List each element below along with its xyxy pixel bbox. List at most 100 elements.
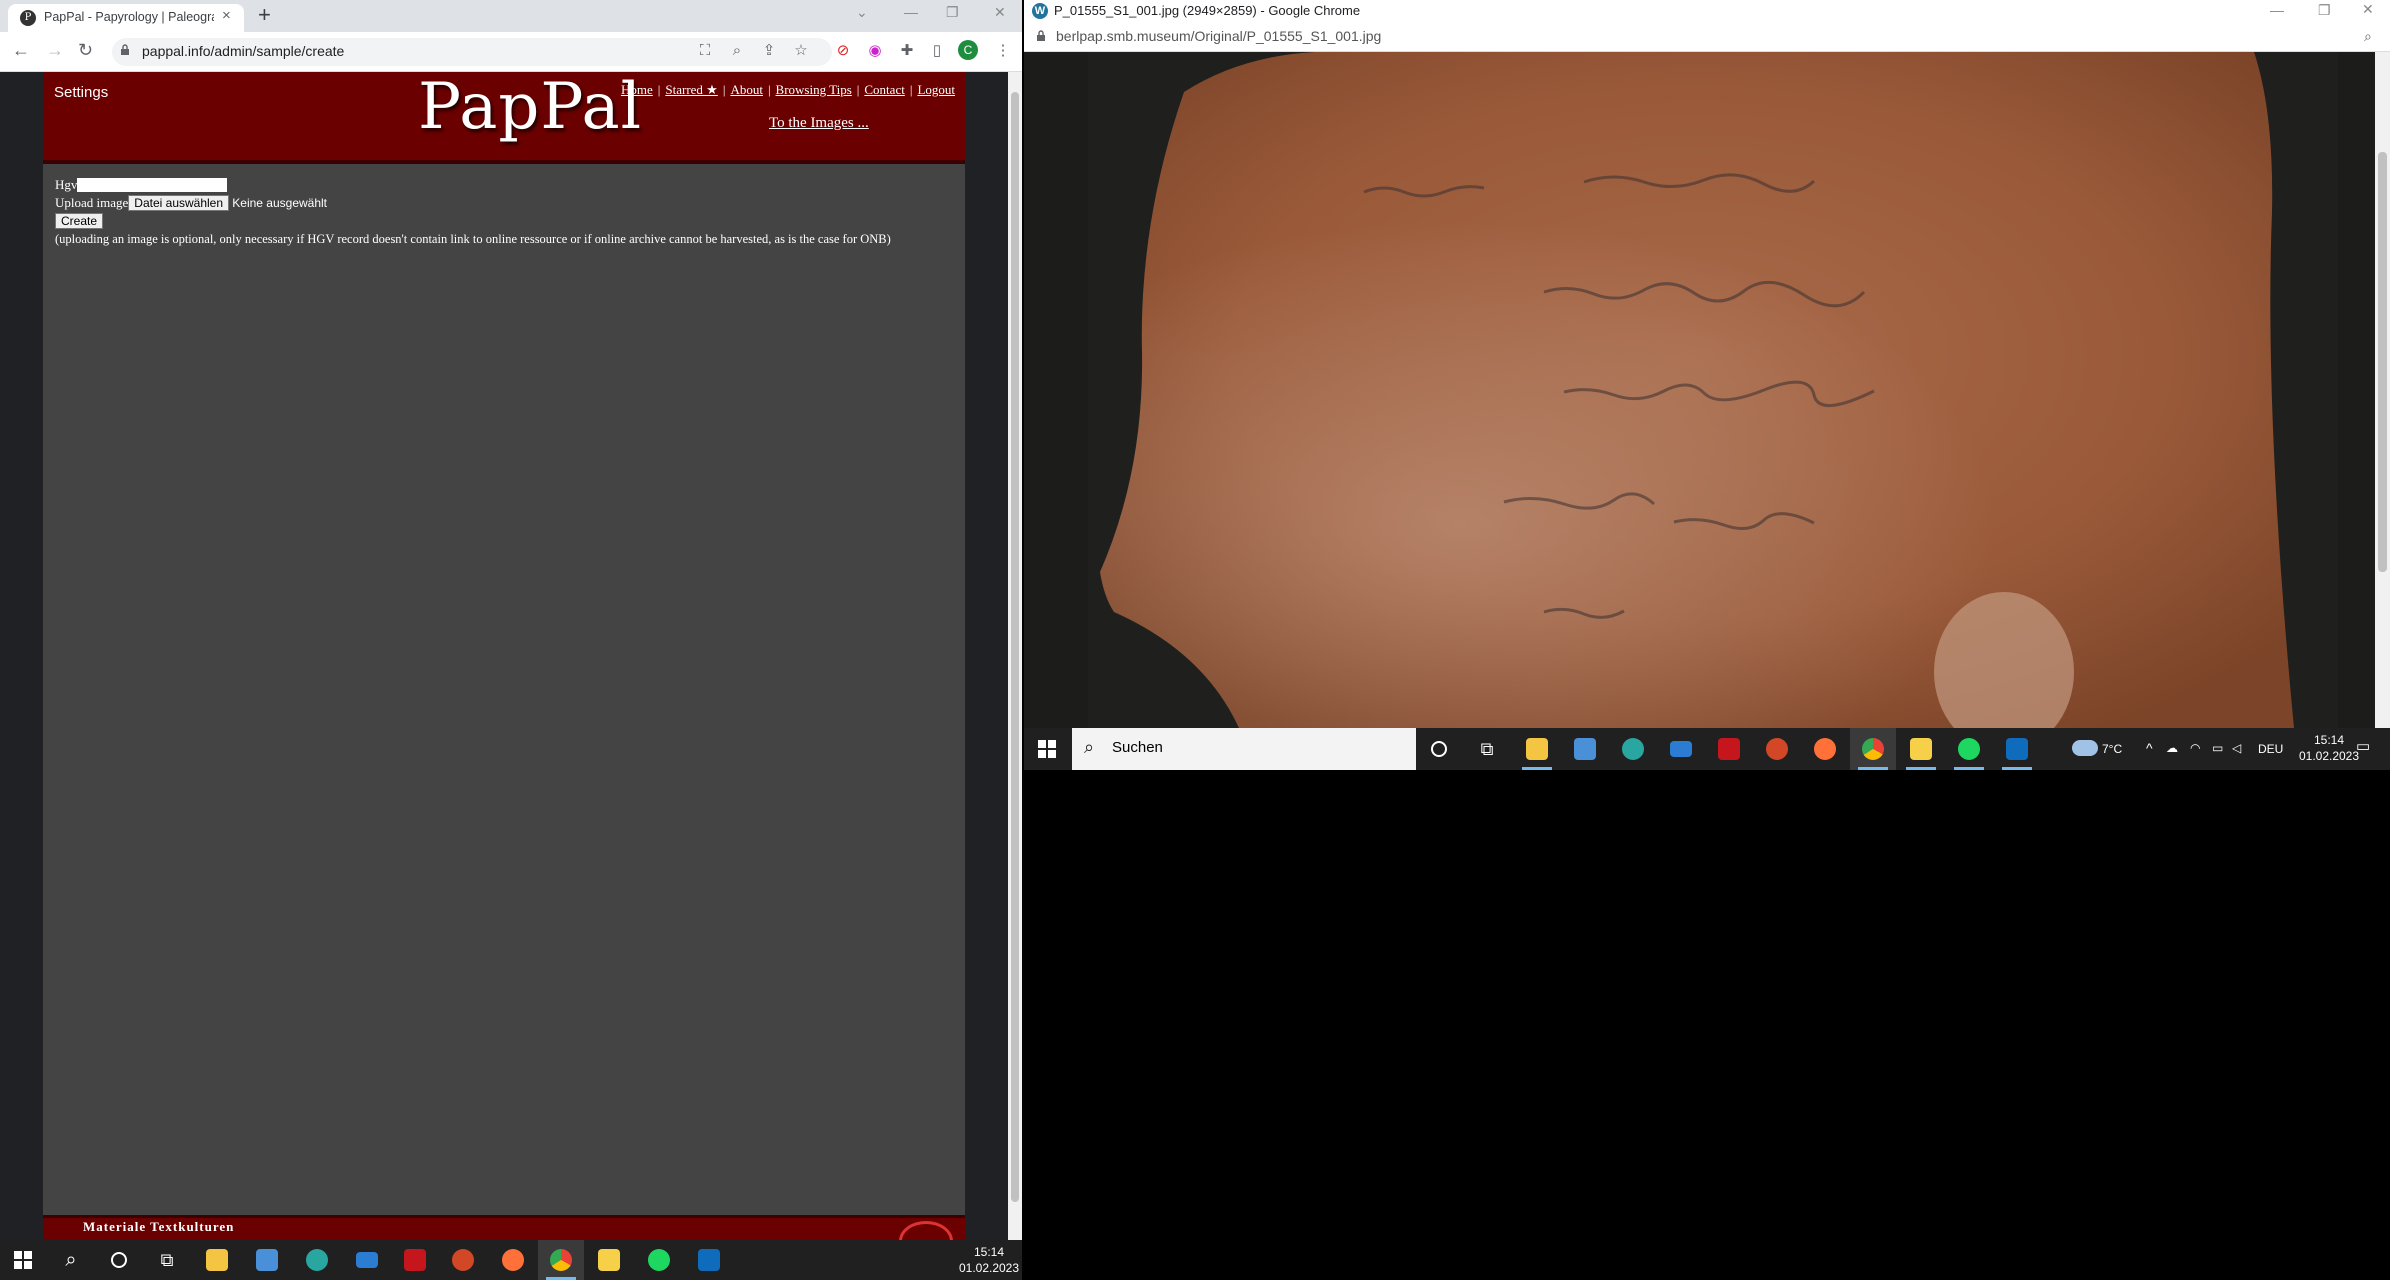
restore-icon[interactable]: ❐ [946,4,959,21]
to-images-link[interactable]: To the Images ... [769,115,869,132]
site-logo[interactable]: PapPal [418,70,642,144]
title-bar: W P_01555_S1_001.jpg (2949×2859) - Googl… [1024,0,2390,22]
chrome-icon[interactable] [1850,728,1896,770]
start-icon[interactable] [0,1240,46,1280]
minimize-icon[interactable]: — [904,4,918,20]
search-icon[interactable]: ⌕ [48,1240,94,1280]
scrollbar-thumb[interactable] [2378,152,2387,572]
task-view-icon[interactable]: ⧉ [144,1240,190,1280]
close-window-icon[interactable]: ✕ [994,4,1006,21]
cortana-icon[interactable] [96,1240,142,1280]
store-icon[interactable] [1562,728,1608,770]
language-indicator[interactable]: DEU [2258,741,2283,757]
bookmark-star-icon[interactable]: ☆ [790,40,812,62]
upload-note: (uploading an image is optional, only ne… [55,232,891,246]
side-panel-icon[interactable]: ▯ [926,40,948,62]
clock[interactable]: 15:14 01.02.2023 [2294,732,2364,764]
scrollbar-thumb[interactable] [1011,92,1019,1202]
address-bar[interactable]: berlpap.smb.museum/Original/P_01555_S1_0… [1024,22,2390,52]
nav-about[interactable]: About [730,82,763,98]
page-scrollbar[interactable] [1008,72,1022,1240]
spotify-icon[interactable] [636,1240,682,1280]
tab-search-icon[interactable]: ⌄ [856,4,868,21]
window-title: P_01555_S1_001.jpg (2949×2859) - Google … [1054,3,1361,18]
minimize-icon[interactable]: — [2270,2,2284,18]
tab-bar: P PapPal - Papyrology | Paleography × + … [0,0,1022,32]
pappal-favicon-icon: P [20,10,36,26]
acrobat-icon[interactable] [1706,728,1752,770]
chrome-icon[interactable] [538,1240,584,1280]
browser-tab-pappal[interactable]: P PapPal - Papyrology | Paleography × [8,4,244,32]
battery-icon[interactable]: ▭ [2212,740,2223,756]
edge-icon[interactable] [1610,728,1656,770]
volume-icon[interactable]: ◁ [2232,740,2241,756]
taskbar-search-box[interactable]: ⌕ Suchen [1072,728,1416,770]
onedrive-icon[interactable]: ☁ [2166,740,2178,756]
profile-avatar[interactable]: C [958,40,978,60]
close-tab-icon[interactable]: × [222,7,231,24]
main-nav: Home | Starred ★ | About | Browsing Tips | Conta… [620,82,955,98]
photos-icon[interactable] [1994,728,2040,770]
firefox-icon[interactable] [490,1240,536,1280]
extension-icon[interactable]: ⊘ [832,40,854,62]
image-scrollbar[interactable] [2375,52,2390,728]
zoom-icon[interactable]: ⌕ [726,40,748,62]
zoom-icon[interactable]: ⌕ [2364,28,2372,45]
lock-icon [121,44,129,55]
file-status-text: Keine ausgewählt [232,196,328,210]
reload-icon[interactable]: ↻ [78,40,93,61]
spotify-icon[interactable] [1946,728,1992,770]
nav-logout[interactable]: Logout [917,82,955,98]
notes-icon[interactable] [586,1240,632,1280]
back-icon[interactable]: ← [12,40,30,61]
powerpoint-icon[interactable] [440,1240,486,1280]
extensions-puzzle-icon[interactable]: ✚ [896,40,918,62]
mail-icon[interactable] [344,1240,390,1280]
nav-contact[interactable]: Contact [864,82,904,98]
forward-icon[interactable]: → [46,40,64,61]
new-tab-button[interactable]: + [258,2,271,28]
weather-temp[interactable]: 7°C [2102,741,2122,757]
notes-icon[interactable] [1898,728,1944,770]
photos-icon[interactable] [686,1240,732,1280]
restore-icon[interactable]: ❐ [2318,2,2331,19]
wifi-icon[interactable]: ◠ [2190,740,2200,756]
create-button[interactable]: Create [55,213,104,230]
store-icon[interactable] [244,1240,290,1280]
papyrus-image[interactable] [1024,52,2386,728]
clock[interactable]: 15:14 01.02.2023 [956,1244,1022,1276]
extension-2-icon[interactable]: ◉ [864,40,886,62]
task-view-icon[interactable]: ⧉ [1464,728,1510,770]
mail-icon[interactable] [1658,728,1704,770]
translate-icon[interactable]: ⛶ [694,40,716,62]
file-explorer-icon[interactable] [194,1240,240,1280]
weather-cloud-icon[interactable] [2072,740,2098,756]
share-icon[interactable]: ⇪ [758,40,780,62]
site-footer: Materiale Textkulturen [43,1215,965,1261]
clock-date: 01.02.2023 [958,1261,1020,1275]
close-window-icon[interactable]: ✕ [2362,1,2374,18]
url-text: berlpap.smb.museum/Original/P_01555_S1_0… [1056,28,1382,44]
start-icon[interactable] [1024,728,1070,770]
nav-home[interactable]: Home [621,82,653,98]
nav-starred[interactable]: Starred ★ [665,82,717,98]
tab-title: PapPal - Papyrology | Paleography [44,10,214,24]
cortana-icon[interactable] [1416,728,1462,770]
settings-link[interactable]: Settings [54,84,108,101]
file-explorer-icon[interactable] [1514,728,1560,770]
tray-chevron-icon[interactable]: ^ [2146,740,2153,756]
left-browser-window: P PapPal - Papyrology | Paleography × + … [0,0,1022,1280]
hgv-input[interactable] [77,178,228,193]
notifications-icon[interactable]: ▭ [2356,739,2370,755]
edge-icon[interactable] [294,1240,340,1280]
site-header: Settings PapPal Home | Starred ★ | About | Bro… [43,70,965,164]
menu-kebab-icon[interactable]: ⋮ [992,40,1014,62]
url-text: pappal.info/admin/sample/create [142,43,345,59]
acrobat-icon[interactable] [392,1240,438,1280]
address-bar[interactable]: pappal.info/admin/sample/create [112,38,832,66]
choose-file-button[interactable]: Datei auswählen [128,195,230,212]
firefox-icon[interactable] [1802,728,1848,770]
taskbar-right: ⌕ Suchen ⧉ 7°C ^ ☁ ◠ ▭ ◁ DEU 15:14 01.02.… [1024,728,2390,770]
nav-browsing-tips[interactable]: Browsing Tips [776,82,852,98]
powerpoint-icon[interactable] [1754,728,1800,770]
